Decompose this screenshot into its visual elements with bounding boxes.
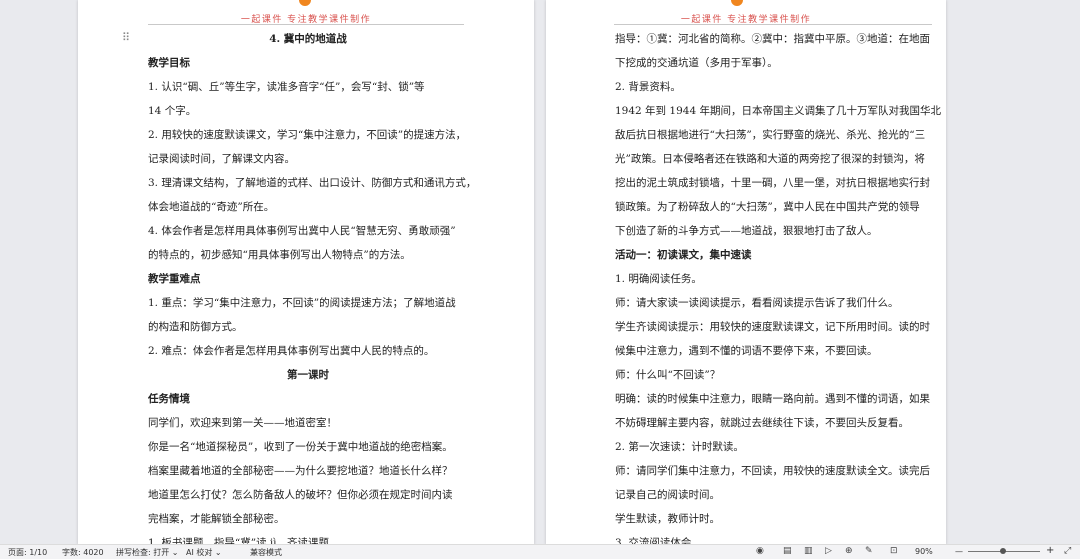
play-icon[interactable]: ▷ bbox=[825, 546, 832, 556]
page-body[interactable]: 4. 冀中的地道战教学目标 1. 认识“碉、丘”等生字，读准多音字“任”，会写“封… bbox=[148, 27, 477, 545]
text-line: 1. 认识“碉、丘”等生字，读准多音字“任”，会写“封、锁”等 bbox=[148, 81, 425, 93]
zoom-out-button[interactable]: — bbox=[955, 547, 963, 556]
drag-handle-icon[interactable]: ⠿ bbox=[122, 31, 130, 44]
text-line: 敌后抗日根据地进行“大扫荡”，实行野蛮的烧光、杀光、抢光的“三 bbox=[615, 129, 926, 141]
text-line: 锁政策。为了粉碎敌人的“大扫荡”，冀中人民在中国共产党的领导 bbox=[615, 201, 920, 213]
header-rule bbox=[614, 24, 932, 25]
zoom-slider-handle[interactable] bbox=[1000, 548, 1006, 554]
brand-logo-icon bbox=[299, 0, 311, 6]
text-line: 记录阅读时间，了解课文内容。 bbox=[148, 153, 295, 165]
text-line: 3. 理清课文结构，了解地道的式样、出口设计、防御方式和通讯方式， bbox=[148, 177, 477, 189]
ai-proofread-button[interactable]: AI 校对 ⌄ bbox=[186, 547, 222, 558]
text-line: 师：请同学们集中注意力，不回读，用较快的速度默读全文。读完后 bbox=[615, 465, 930, 477]
text-line: 1. 重点：学习“集中注意力，不回读”的阅读提速方法；了解地道战 bbox=[148, 297, 456, 309]
text-line: 光”政策。日本侵略者还在铁路和大道的两旁挖了很深的封锁沟，将 bbox=[615, 153, 925, 165]
text-line: 师：什么叫“不回读”？ bbox=[615, 369, 721, 381]
spellcheck-toggle[interactable]: 拼写检查: 打开 ⌄ bbox=[116, 547, 178, 558]
text-line: 的构造和防御方式。 bbox=[148, 321, 243, 333]
text-line: 记录自己的阅读时间。 bbox=[615, 489, 720, 501]
text-line: 活动一：初读课文，集中速读 bbox=[615, 249, 752, 261]
header-rule bbox=[148, 24, 464, 25]
page-header: 一起课件 专注教学课件制作 bbox=[546, 0, 946, 28]
text-line: 学生默读，教师计时。 bbox=[615, 513, 720, 525]
text-line: 教学目标 bbox=[148, 57, 190, 69]
pen-icon[interactable]: ✎ bbox=[865, 546, 873, 556]
brand-logo-icon bbox=[731, 0, 743, 6]
text-line: 1. 明确阅读任务。 bbox=[615, 273, 702, 285]
read-mode-icon[interactable]: ▥ bbox=[804, 546, 813, 556]
zoom-level[interactable]: 90% bbox=[915, 547, 933, 556]
fit-icon[interactable]: ⊡ bbox=[890, 546, 898, 556]
document-page-right: 一起课件 专注教学课件制作 指导：①冀：河北省的简称。②冀中：指冀中平原。③地道… bbox=[546, 0, 946, 545]
eye-icon[interactable]: ◉ bbox=[756, 546, 764, 556]
text-line: 体会地道战的“奇迹”所在。 bbox=[148, 201, 275, 213]
page-indicator[interactable]: 页面: 1/10 bbox=[8, 547, 47, 558]
text-line: 14 个字。 bbox=[148, 105, 197, 117]
text-line: 完档案，才能解锁全部秘密。 bbox=[148, 513, 285, 525]
text-line: 指导：①冀：河北省的简称。②冀中：指冀中平原。③地道：在地面 bbox=[615, 33, 930, 45]
text-line: 明确：读的时候集中注意力，眼睛一路向前。遇到不懂的词语，如果 bbox=[615, 393, 930, 405]
compat-mode-label: 兼容模式 bbox=[250, 548, 282, 557]
document-page-left: 一起课件 专注教学课件制作 4. 冀中的地道战教学目标 1. 认识“碉、丘”等生字… bbox=[78, 0, 534, 545]
text-line: 师：请大家读一读阅读提示，看看阅读提示告诉了我们什么。 bbox=[615, 297, 899, 309]
page-view-icon[interactable]: ▤ bbox=[783, 546, 792, 556]
text-line: 不妨碍理解主要内容，就跳过去继续往下读，不要回头反复看。 bbox=[615, 417, 909, 429]
text-line: 4. 冀中的地道战 bbox=[269, 33, 347, 45]
text-line: 档案里藏着地道的全部秘密——为什么要挖地道？地道长什么样？ bbox=[148, 465, 453, 477]
text-line: 候集中注意力，遇到不懂的词语不要停下来，不要回读。 bbox=[615, 345, 878, 357]
text-line: 的特点的，初步感知“用具体事例写出人物特点”的方法。 bbox=[148, 249, 411, 261]
text-line: 4. 体会作者是怎样用具体事例写出冀中人民“智慧无穷、勇敢顽强” bbox=[148, 225, 456, 237]
text-line: 同学们，欢迎来到第一关——地道密室！ bbox=[148, 417, 337, 429]
page-body[interactable]: 指导：①冀：河北省的简称。②冀中：指冀中平原。③地道：在地面 下挖成的交通坑道（多… bbox=[615, 27, 941, 545]
text-line: 2. 背景资料。 bbox=[615, 81, 681, 93]
word-count[interactable]: 字数: 4020 bbox=[62, 547, 104, 558]
text-line: 学生齐读阅读提示：用较快的速度默读课文，记下所用时间。读的时 bbox=[615, 321, 930, 333]
text-line: 1942 年到 1944 年期间，日本帝国主义调集了几十万军队对我国华北 bbox=[615, 105, 941, 117]
text-line: 2. 难点：体会作者是怎样用具体事例写出冀中人民的特点的。 bbox=[148, 345, 435, 357]
text-line: 第一课时 bbox=[287, 369, 329, 381]
text-line: 下创造了新的斗争方式——地道战，狠狠地打击了敌人。 bbox=[615, 225, 878, 237]
text-line: 地道里怎么打仗？怎么防备敌人的破坏？但你必须在规定时间内读 bbox=[148, 489, 453, 501]
fullscreen-icon[interactable]: ⤢ bbox=[1064, 546, 1071, 556]
status-bar: 页面: 1/10 字数: 4020 拼写检查: 打开 ⌄ AI 校对 ⌄ 兼容模… bbox=[0, 544, 1080, 559]
text-line: 下挖成的交通坑道（多用于军事）。 bbox=[615, 57, 778, 69]
page-header: 一起课件 专注教学课件制作 bbox=[78, 0, 534, 28]
text-line: 你是一名“地道探秘员”，收到了一份关于冀中地道战的绝密档案。 bbox=[148, 441, 453, 453]
globe-icon[interactable]: ⊕ bbox=[845, 546, 853, 556]
text-line: 2. 第一次速读：计时默读。 bbox=[615, 441, 744, 453]
text-line: 教学重难点 bbox=[148, 273, 201, 285]
text-line: 任务情境 bbox=[148, 393, 190, 405]
text-line: 3. 交流阅读体会。 bbox=[615, 537, 702, 545]
text-line: 挖出的泥土筑成封锁墙，十里一碉，八里一堡，对抗日根据地实行封 bbox=[615, 177, 930, 189]
zoom-in-button[interactable]: + bbox=[1046, 545, 1054, 556]
text-line: 1. 板书课题，指导“冀”读 jì，齐读课题。 bbox=[148, 537, 340, 545]
text-line: 2. 用较快的速度默读课文，学习“集中注意力，不回读”的提速方法， bbox=[148, 129, 467, 141]
